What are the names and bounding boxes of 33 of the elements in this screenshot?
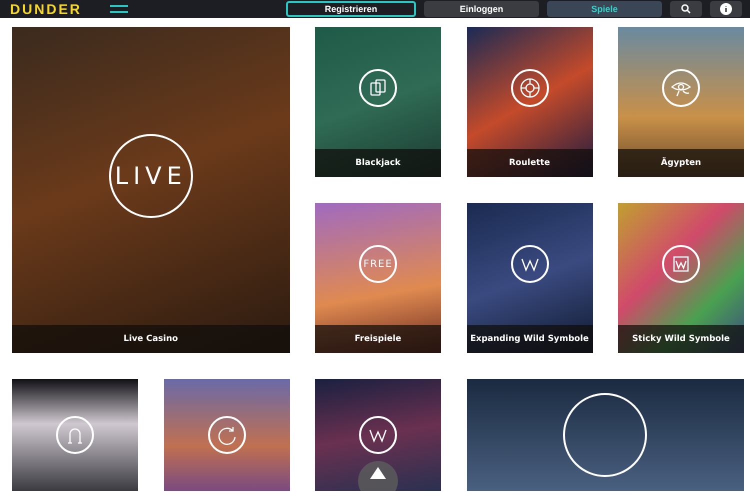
- menu-icon[interactable]: [110, 4, 128, 14]
- search-icon: [681, 4, 691, 14]
- game-tile[interactable]: Ägypten: [618, 27, 744, 177]
- category-emblem: FREE: [359, 245, 397, 283]
- circular-arrow-icon: [216, 424, 238, 446]
- tile-label: Blackjack: [315, 149, 441, 177]
- tile-label: Live Casino: [12, 325, 290, 353]
- nav-button[interactable]: Registrieren: [286, 1, 416, 17]
- game-tile[interactable]: [466, 379, 744, 491]
- info-button[interactable]: [710, 1, 742, 17]
- roulette-wheel-icon: [518, 77, 540, 99]
- nav-button[interactable]: Spiele: [547, 1, 662, 17]
- game-tile[interactable]: Blackjack: [315, 27, 441, 177]
- nav-button[interactable]: Einloggen: [424, 1, 539, 17]
- game-tile[interactable]: Expanding Wild Symbole: [466, 203, 592, 353]
- game-tile[interactable]: LIVE Live Casino: [12, 27, 290, 353]
- info-icon: [720, 3, 732, 15]
- dunder-logo[interactable]: DUNDER: [10, 1, 82, 17]
- game-tile[interactable]: [164, 379, 290, 491]
- game-tile[interactable]: Roulette: [466, 27, 592, 177]
- game-tile[interactable]: FREE Freispiele: [315, 203, 441, 353]
- category-emblem: LIVE: [108, 134, 193, 218]
- tile-label: Roulette: [466, 149, 592, 177]
- tile-label: Freispiele: [315, 325, 441, 353]
- up-triangle-icon: [370, 467, 386, 479]
- scroll-top-button[interactable]: [358, 461, 398, 491]
- game-tile[interactable]: [12, 379, 138, 491]
- tile-label: Ägypten: [618, 149, 744, 177]
- game-tile[interactable]: Sticky Wild Symbole: [618, 203, 744, 353]
- search-button[interactable]: [670, 1, 702, 17]
- game-tile[interactable]: [315, 379, 441, 491]
- tile-label: Expanding Wild Symbole: [466, 325, 592, 353]
- tile-label: Sticky Wild Symbole: [618, 325, 744, 353]
